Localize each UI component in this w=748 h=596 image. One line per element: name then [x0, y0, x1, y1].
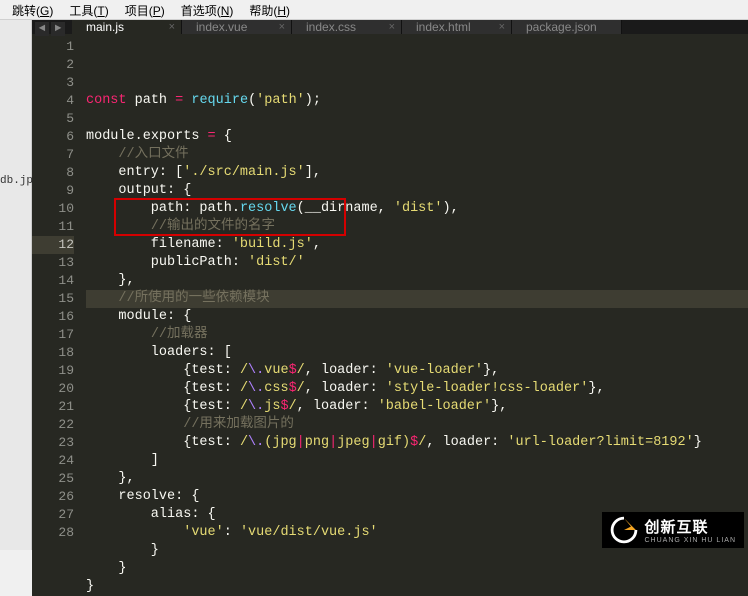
code-line[interactable]: loaders: [	[86, 344, 748, 362]
tab-index-html[interactable]: index.html ×	[402, 20, 512, 34]
code-line[interactable]: }	[86, 560, 748, 578]
tab-main-js[interactable]: main.js ×	[72, 20, 182, 34]
code-line[interactable]: publicPath: 'dist/'	[86, 254, 748, 272]
brand-logo: 创新互联 CHUANG XIN HU LIAN	[602, 512, 744, 548]
code-line[interactable]: const path = require('path');	[86, 92, 748, 110]
line-number: 12	[32, 236, 74, 254]
tab-label: index.css	[306, 20, 356, 34]
line-number: 22	[32, 416, 74, 434]
tab-label: main.js	[86, 20, 124, 34]
line-number: 28	[32, 524, 74, 542]
code-line[interactable]: //加载器	[86, 326, 748, 344]
line-number: 1	[32, 38, 74, 56]
line-number: 26	[32, 488, 74, 506]
tab-package-json[interactable]: package.json	[512, 20, 622, 34]
nav-forward-icon[interactable]: ►	[51, 22, 65, 36]
sidebar-panel: db.jpg	[0, 20, 32, 550]
line-number: 2	[32, 56, 74, 74]
line-number: 25	[32, 470, 74, 488]
menu-t[interactable]: 工具(T)	[61, 0, 116, 19]
logo-text-main: 创新互联	[644, 516, 736, 537]
line-number: 9	[32, 182, 74, 200]
tab-label: index.html	[416, 20, 471, 34]
code-line[interactable]: module: {	[86, 308, 748, 326]
code-line[interactable]: {test: /\.css$/, loader: 'style-loader!c…	[86, 380, 748, 398]
line-number: 23	[32, 434, 74, 452]
tab-index-css[interactable]: index.css ×	[292, 20, 402, 34]
line-number: 13	[32, 254, 74, 272]
code-line[interactable]: //入口文件	[86, 146, 748, 164]
line-number: 11	[32, 218, 74, 236]
line-number: 18	[32, 344, 74, 362]
line-number: 24	[32, 452, 74, 470]
code-line[interactable]: filename: 'build.js',	[86, 236, 748, 254]
tabs-bar: main.js × index.vue × index.css × index.html × p…	[32, 20, 748, 34]
line-number: 16	[32, 308, 74, 326]
menu-p[interactable]: 项目(P)	[117, 0, 173, 19]
line-number: 3	[32, 74, 74, 92]
code-line[interactable]: },	[86, 470, 748, 488]
menu-h[interactable]: 帮助(H)	[241, 0, 298, 19]
line-number: 17	[32, 326, 74, 344]
code-line[interactable]: //输出的文件的名字	[86, 218, 748, 236]
code-line[interactable]: path: path.resolve(__dirname, 'dist'),	[86, 200, 748, 218]
line-number: 20	[32, 380, 74, 398]
close-icon[interactable]: ×	[169, 21, 175, 33]
line-number: 27	[32, 506, 74, 524]
editor-main: ◄ ► main.js×index.vue×index.css×index.ht…	[32, 20, 748, 550]
code-line[interactable]: //用来加载图片的	[86, 416, 748, 434]
menubar: 跳转(G)工具(T)项目(P)首选项(N)帮助(H)	[0, 0, 748, 20]
line-number: 6	[32, 128, 74, 146]
menu-g[interactable]: 跳转(G)	[4, 0, 61, 19]
logo-text-sub: CHUANG XIN HU LIAN	[644, 537, 736, 544]
code-line[interactable]: module.exports = {	[86, 128, 748, 146]
close-icon[interactable]: ×	[499, 21, 505, 33]
close-icon[interactable]: ×	[389, 21, 395, 33]
tab-index-vue[interactable]: index.vue ×	[182, 20, 292, 34]
line-number: 15	[32, 290, 74, 308]
line-number: 21	[32, 398, 74, 416]
code-line[interactable]: }	[86, 578, 748, 596]
code-line[interactable]: //所使用的一些依赖模块	[86, 290, 748, 308]
code-line[interactable]: ]	[86, 452, 748, 470]
tab-label: package.json	[526, 20, 597, 34]
line-number: 5	[32, 110, 74, 128]
code-line[interactable]	[86, 110, 748, 128]
code-line[interactable]: {test: /\.js$/, loader: 'babel-loader'},	[86, 398, 748, 416]
line-number: 8	[32, 164, 74, 182]
line-number: 7	[32, 146, 74, 164]
nav-back-icon[interactable]: ◄	[35, 22, 49, 36]
code-line[interactable]: },	[86, 272, 748, 290]
gutter: 1234567891011121314151617181920212223242…	[32, 34, 86, 596]
line-number: 10	[32, 200, 74, 218]
line-number: 19	[32, 362, 74, 380]
code-line[interactable]: resolve: {	[86, 488, 748, 506]
code-line[interactable]: {test: /\.(jpg|png|jpeg|gif)$/, loader: …	[86, 434, 748, 452]
line-number: 14	[32, 272, 74, 290]
code-line[interactable]: output: {	[86, 182, 748, 200]
menu-n[interactable]: 首选项(N)	[173, 0, 242, 19]
line-number: 4	[32, 92, 74, 110]
close-icon[interactable]: ×	[279, 21, 285, 33]
tab-label: index.vue	[196, 20, 247, 34]
logo-icon	[610, 516, 638, 544]
code-line[interactable]: entry: ['./src/main.js'],	[86, 164, 748, 182]
editor-container: db.jpg ◄ ► main.js×index.vue×index.css×i…	[0, 20, 748, 550]
code-line[interactable]: {test: /\.vue$/, loader: 'vue-loader'},	[86, 362, 748, 380]
